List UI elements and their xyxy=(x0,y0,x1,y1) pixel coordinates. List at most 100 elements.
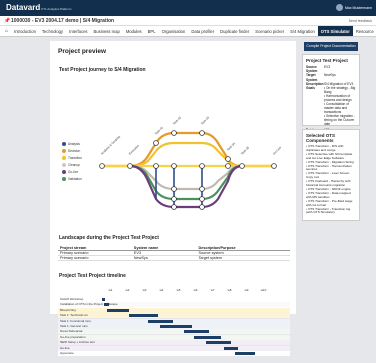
tab-technology[interactable]: Technology xyxy=(39,26,66,36)
table-cell: NewSys xyxy=(131,255,197,261)
datavard-logo[interactable]: DatavardKTL Analytics Platform xyxy=(6,3,71,12)
journey-node[interactable] xyxy=(225,163,231,169)
timeline-row: Task 1: Get-test runs xyxy=(58,324,290,329)
journey-node[interactable] xyxy=(127,163,133,169)
legend-item: Go-live xyxy=(62,169,82,174)
timeline-bar xyxy=(159,325,193,328)
goal-item: Selective migration - timing on the Cuto… xyxy=(324,114,356,126)
journey-node[interactable] xyxy=(171,196,177,202)
journey-node[interactable] xyxy=(199,186,205,192)
journey-node[interactable] xyxy=(225,156,231,162)
goal-item: On the strategy - Big Bang xyxy=(324,86,356,94)
tab-organisation[interactable]: Organisation xyxy=(159,26,189,36)
compile-documentation-button[interactable]: Compile Project Documentation xyxy=(304,42,358,51)
journey-node-label: Task 01 xyxy=(154,125,164,135)
timeline-bar xyxy=(234,352,255,355)
timeline-week-label: w5 xyxy=(176,288,181,292)
timeline-row: Go-live xyxy=(58,345,290,351)
timeline-week-label: w1 xyxy=(108,288,113,292)
journey-node[interactable] xyxy=(239,163,245,169)
timeline-week-label: w7 xyxy=(210,288,215,292)
timeline-task-label: Hypercare xyxy=(60,351,74,355)
table-cell: Target system xyxy=(196,255,290,261)
project-info-row: Source System EV3 xyxy=(306,65,356,73)
project-title: 1000030 - EV3 2004.17 demo | S/4 Migrati… xyxy=(11,18,115,24)
journey-node[interactable] xyxy=(171,186,177,192)
timeline-row: Blueprinting xyxy=(58,307,290,313)
goal-item: Consolidation of master data and transac… xyxy=(324,102,356,114)
timeline-row: Installation of OTS in the Project lands… xyxy=(58,302,290,308)
goal-item: Harmonization of process and design xyxy=(324,94,356,102)
journey-node[interactable] xyxy=(171,163,177,169)
landscape-table: Project stream System name Description/Pur… xyxy=(58,246,290,261)
legend-item: Validation xyxy=(62,176,82,181)
tabs-list: Introduction Technology Interfaces Business… xyxy=(11,26,376,36)
project-bar: 📌 1000030 - EV3 2004.17 demo | S/4 Migra… xyxy=(0,16,376,26)
info-key: Target System xyxy=(306,73,318,82)
feedback-link[interactable]: Send feedback xyxy=(349,19,372,23)
legend-dot xyxy=(62,148,66,153)
legend-dot xyxy=(62,155,66,160)
tab-scenario-picker[interactable]: Scenario picker xyxy=(252,26,287,36)
timeline-row: Kickoff Workshop xyxy=(58,297,290,302)
legend-label: Validation xyxy=(68,176,82,181)
tab-business-map[interactable]: Business map xyxy=(91,26,123,36)
timeline-week-label: w6 xyxy=(193,288,198,292)
journey-legend: Analysis Decision Transition Cleanup Go-live… xyxy=(62,141,82,183)
timeline-bar xyxy=(224,346,238,350)
top-header: DatavardKTL Analytics Platform Max Muste… xyxy=(0,0,376,16)
timeline-week-label: w8 xyxy=(227,288,232,292)
timeline-task-label: Task 1: Functional runs xyxy=(60,318,91,323)
timeline-row: Go-live preparation xyxy=(58,334,290,340)
timeline-row: Task 1: Functional runs xyxy=(58,318,290,324)
journey-node[interactable] xyxy=(99,163,105,169)
tab-modules[interactable]: Modules xyxy=(123,26,145,36)
table-cell: Primary scenario xyxy=(58,255,132,261)
pin-icon[interactable]: 📌 xyxy=(4,18,10,24)
tab-duplicate-finder[interactable]: Duplicate finder xyxy=(217,26,252,36)
timeline-title: Project Test Project timeline xyxy=(59,273,126,279)
components-list: OTS Transform - DIS with duplicates and … xyxy=(306,144,356,215)
tab-introduction[interactable]: Introduction xyxy=(11,26,39,36)
tab-interfaces[interactable]: Interfaces xyxy=(66,26,90,36)
timeline-week-label: w9 xyxy=(244,288,249,292)
timeline-chart: w1 w2 w3 w4 w5 w6 w7 w8 w9 w10 Kickoff Workshop Ins… xyxy=(58,285,290,363)
user-menu[interactable]: Max Mustermann xyxy=(335,4,372,11)
journey-map: Analysis & Scoping Execution Task 01 Task 0… xyxy=(99,115,282,210)
tab-resource[interactable]: Resource xyxy=(353,26,376,36)
goals-label: Goals xyxy=(306,86,315,91)
timeline-task-label: Installation of OTS in the Project lands… xyxy=(60,302,118,307)
legend-item: Analysis xyxy=(62,141,82,146)
tab-ots-simulator[interactable]: OTS Simulator xyxy=(317,26,353,36)
timeline-task-label: Blueprinting xyxy=(60,307,76,312)
tab-bpl[interactable]: BPL xyxy=(145,26,159,36)
home-icon[interactable]: ⌂ xyxy=(2,28,11,34)
journey-node[interactable] xyxy=(153,163,159,169)
components-title: Selected OTS Components xyxy=(306,133,336,143)
journey-line-mid xyxy=(100,141,276,168)
journey-node[interactable] xyxy=(199,204,205,210)
timeline-bar xyxy=(129,314,159,318)
journey-node-label: Execution xyxy=(128,143,140,155)
tab-s-4-migration[interactable]: S/4 Migration xyxy=(287,26,318,36)
goals-row: Goals On the strategy - Big BangHarmoniz… xyxy=(306,86,356,126)
avatar xyxy=(335,4,343,11)
journey-node[interactable] xyxy=(199,196,205,202)
journey-node[interactable] xyxy=(271,163,277,169)
timeline-bar xyxy=(205,341,232,345)
journey-node[interactable] xyxy=(199,130,205,136)
timeline-bar xyxy=(107,308,130,312)
info-value: EV3 xyxy=(324,65,331,69)
legend-dot xyxy=(62,141,66,146)
journey-node[interactable] xyxy=(171,204,177,210)
legend-dot xyxy=(62,169,66,174)
journey-node[interactable] xyxy=(153,140,159,146)
timeline-task-label: Kickoff Workshop xyxy=(60,297,84,301)
journey-node[interactable] xyxy=(171,130,177,136)
timeline-bar xyxy=(183,330,210,334)
timeline-task-label: Dress Rehearsal xyxy=(60,329,83,334)
timeline-task-label: NEW Setup + Archive test xyxy=(60,340,95,345)
tab-data-profiler[interactable]: Data profiler xyxy=(188,26,217,36)
journey-node-label: Task 02 xyxy=(172,115,182,125)
journey-node[interactable] xyxy=(199,163,205,169)
